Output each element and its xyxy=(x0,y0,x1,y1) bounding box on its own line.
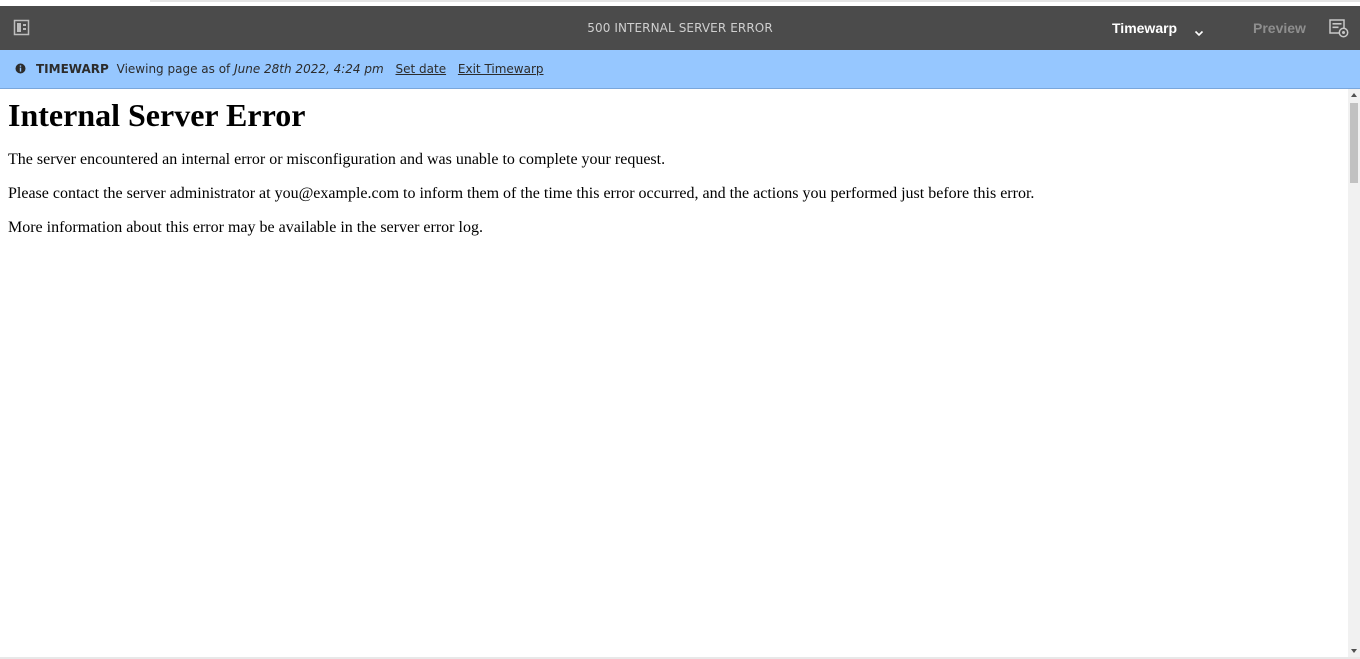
timewarp-date: June 28th 2022, 4:24 pm xyxy=(234,62,384,76)
timewarp-label: TIMEWARP xyxy=(36,62,109,76)
error-paragraph: Please contact the server administrator … xyxy=(8,185,1035,202)
info-icon xyxy=(15,63,26,74)
editor-toolbar: 500 INTERNAL SERVER ERROR Timewarp Previ… xyxy=(0,6,1360,50)
mode-selector[interactable]: Timewarp xyxy=(1112,16,1205,40)
chevron-down-icon xyxy=(1193,22,1205,37)
scroll-down-arrow-icon[interactable] xyxy=(1351,649,1357,653)
error-paragraph: The server encountered an internal error… xyxy=(8,151,666,168)
scroll-up-arrow-icon[interactable] xyxy=(1351,93,1357,97)
side-panel-toggle-icon[interactable] xyxy=(12,18,34,38)
page-content: Internal Server Error The server encount… xyxy=(0,89,1348,657)
timewarp-banner: TIMEWARP Viewing page as of June 28th 20… xyxy=(0,50,1360,89)
set-date-link[interactable]: Set date xyxy=(396,62,447,76)
top-edge-line xyxy=(150,0,1360,2)
vertical-scrollbar[interactable] xyxy=(1348,89,1360,657)
error-heading: Internal Server Error xyxy=(8,97,306,133)
preview-button[interactable]: Preview xyxy=(1253,16,1306,40)
timewarp-banner-text: TIMEWARP Viewing page as of June 28th 20… xyxy=(36,50,544,88)
scrollbar-thumb[interactable] xyxy=(1350,103,1358,183)
viewing-as-of-text: Viewing page as of xyxy=(116,62,231,76)
exit-timewarp-link[interactable]: Exit Timewarp xyxy=(458,62,544,76)
page-properties-icon[interactable] xyxy=(1328,18,1350,38)
mode-label: Timewarp xyxy=(1112,20,1178,36)
error-paragraph: More information about this error may be… xyxy=(8,219,483,236)
